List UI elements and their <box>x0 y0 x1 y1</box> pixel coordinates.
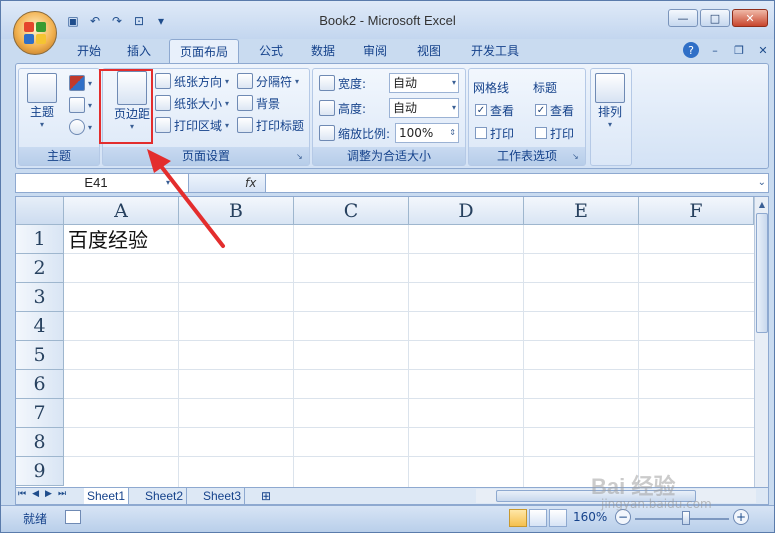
arrow-shaft <box>155 159 225 248</box>
annotation-arrow <box>147 149 225 248</box>
arrow-head <box>147 149 171 173</box>
excel-window: ▣ ↶ ↷ ⊡ ▾ Book2 - Microsoft Excel — □ ✕ … <box>0 0 775 533</box>
